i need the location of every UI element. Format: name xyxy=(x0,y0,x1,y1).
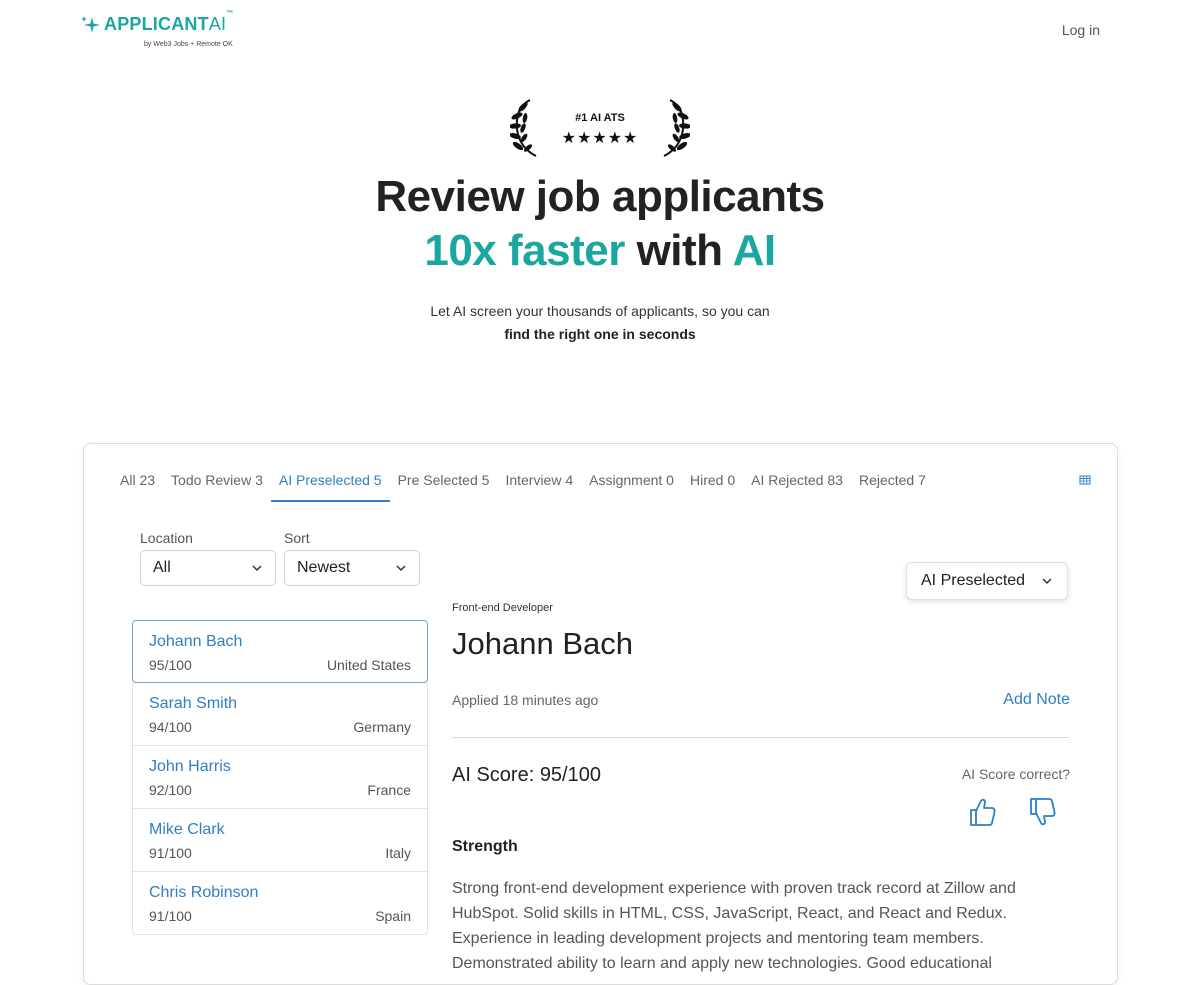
candidate-location: Spain xyxy=(375,908,411,924)
candidate-role: Front-end Developer xyxy=(452,602,553,614)
thumbs-down-icon[interactable] xyxy=(1028,796,1056,828)
sort-label: Sort xyxy=(284,530,310,546)
sort-select[interactable]: Newest xyxy=(284,550,420,586)
brand-name: APPLICANTAI™ xyxy=(104,10,234,34)
add-note-link[interactable]: Add Note xyxy=(1003,691,1070,709)
candidate-list: Johann Bach 95/100 United States Sarah S… xyxy=(132,620,428,935)
candidate-name: John Harris xyxy=(149,758,231,775)
location-value: All xyxy=(153,559,171,576)
candidate-score: 95/100 xyxy=(149,657,192,673)
tab-rejected[interactable]: Rejected 7 xyxy=(851,472,934,502)
ats-demo-card: All 23 Todo Review 3 AI Preselected 5 Pr… xyxy=(83,443,1118,985)
tab-interview[interactable]: Interview 4 xyxy=(497,472,581,502)
candidate-score: 91/100 xyxy=(149,845,192,861)
candidate-location: Germany xyxy=(353,719,411,735)
tab-ai-rejected[interactable]: AI Rejected 83 xyxy=(743,472,851,502)
candidate-item[interactable]: Johann Bach 95/100 United States xyxy=(132,620,428,683)
tab-pre-selected[interactable]: Pre Selected 5 xyxy=(390,472,498,502)
ai-score-question: AI Score correct? xyxy=(961,766,1070,782)
headline-middle: with xyxy=(624,226,733,275)
hero-subtitle-line-1: Let AI screen your thousands of applican… xyxy=(430,303,770,319)
hero-headline: Review job applicants 10x faster with AI xyxy=(0,170,1200,278)
candidate-item[interactable]: Chris Robinson 91/100 Spain xyxy=(132,872,428,935)
sparkle-icon xyxy=(81,15,100,33)
candidate-score: 94/100 xyxy=(149,719,192,735)
brand-subtitle: by Web3 Jobs + Remote OK xyxy=(144,41,233,48)
chevron-down-icon xyxy=(1042,578,1052,585)
brand-logo[interactable]: APPLICANTAI™ by Web3 Jobs + Remote OK xyxy=(80,10,234,54)
status-tabs: All 23 Todo Review 3 AI Preselected 5 Pr… xyxy=(112,472,934,502)
candidate-name: Sarah Smith xyxy=(149,695,238,712)
location-select[interactable]: All xyxy=(140,550,276,586)
headline-accent-speed: 10x faster xyxy=(424,226,625,275)
candidate-status-value: AI Preselected xyxy=(921,572,1026,589)
location-label: Location xyxy=(140,530,193,546)
candidate-name: Chris Robinson xyxy=(149,884,259,901)
chevron-down-icon xyxy=(396,565,406,572)
headline-line-1: Review job applicants xyxy=(375,172,825,221)
divider xyxy=(452,737,1069,738)
candidate-item[interactable]: John Harris 92/100 France xyxy=(132,746,428,809)
candidate-item[interactable]: Mike Clark 91/100 Italy xyxy=(132,809,428,872)
tab-assignment[interactable]: Assignment 0 xyxy=(581,472,682,502)
candidate-score: 92/100 xyxy=(149,782,192,798)
login-link[interactable]: Log in xyxy=(1062,22,1100,38)
candidate-name: Mike Clark xyxy=(149,821,225,838)
candidate-status-select[interactable]: AI Preselected xyxy=(906,562,1068,600)
headline-accent-ai: AI xyxy=(732,226,777,275)
strength-heading: Strength xyxy=(452,838,518,855)
candidate-location: United States xyxy=(326,657,411,673)
candidate-location: France xyxy=(367,782,411,798)
headline-line-2: 10x faster with AI xyxy=(0,224,1200,278)
applied-time: Applied 18 minutes ago xyxy=(452,692,599,708)
tab-all[interactable]: All 23 xyxy=(112,472,163,502)
candidate-name: Johann Bach xyxy=(149,633,243,650)
thumbs-up-icon[interactable] xyxy=(968,796,996,828)
tab-todo-review[interactable]: Todo Review 3 xyxy=(163,472,271,502)
laurel-right-icon xyxy=(663,99,690,157)
strength-text: Strong front-end development experience … xyxy=(452,880,1016,972)
candidate-score: 91/100 xyxy=(149,908,192,924)
tab-ai-preselected[interactable]: AI Preselected 5 xyxy=(270,472,390,502)
candidate-item[interactable]: Sarah Smith 94/100 Germany xyxy=(132,683,428,746)
ai-score: AI Score: 95/100 xyxy=(452,764,601,786)
award-badge: #1 AI ATS ★★★★★ xyxy=(510,98,690,160)
tab-hired[interactable]: Hired 0 xyxy=(682,472,743,502)
sort-value: Newest xyxy=(297,559,351,576)
candidate-location: Italy xyxy=(385,845,411,861)
table-icon[interactable] xyxy=(1079,474,1091,486)
chevron-down-icon xyxy=(252,565,262,572)
hero-subtitle-line-2: find the right one in seconds xyxy=(504,326,696,342)
candidate-detail-name: Johann Bach xyxy=(452,626,633,661)
